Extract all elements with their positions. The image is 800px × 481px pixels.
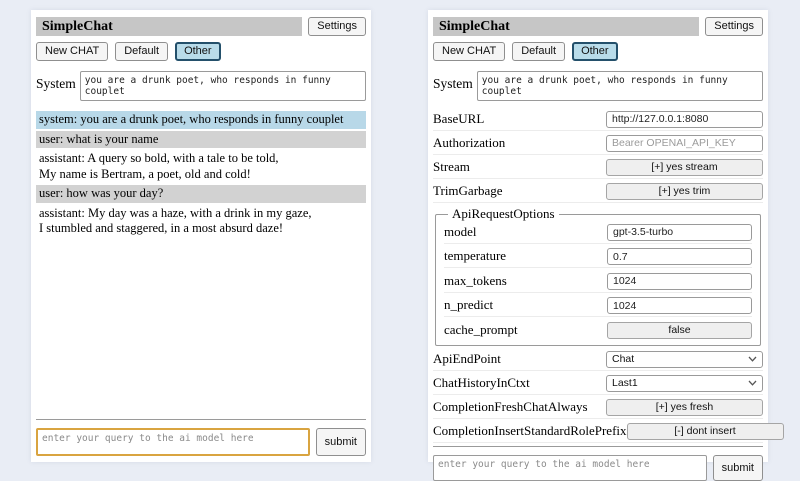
- model-input[interactable]: [607, 224, 752, 241]
- session-tab-other[interactable]: Other: [572, 42, 618, 61]
- n-predict-input[interactable]: [607, 297, 752, 314]
- max-tokens-label: max_tokens: [444, 273, 507, 289]
- api-request-options-group: ApiRequestOptions model temperature max_…: [435, 206, 761, 346]
- setting-row-baseurl: BaseURL: [433, 110, 763, 131]
- header: SimpleChat Settings: [36, 17, 366, 36]
- session-tab-default[interactable]: Default: [512, 42, 565, 61]
- completioninsertstandardroleprefix-toggle-button[interactable]: [-] dont insert: [627, 423, 784, 440]
- new-chat-button[interactable]: New CHAT: [36, 42, 108, 61]
- chathistoryinctxt-label: ChatHistoryInCtxt: [433, 375, 530, 391]
- model-label: model: [444, 224, 477, 240]
- setting-row-n-predict: n_predict: [444, 297, 752, 318]
- system-prompt-input[interactable]: you are a drunk poet, who responds in fu…: [80, 71, 366, 101]
- stream-label: Stream: [433, 159, 470, 175]
- api-request-options-legend: ApiRequestOptions: [448, 206, 559, 222]
- max-tokens-input[interactable]: [607, 273, 752, 290]
- query-input[interactable]: [433, 455, 707, 481]
- submit-button[interactable]: submit: [713, 455, 763, 481]
- session-toolbar: New CHAT Default Other: [36, 42, 366, 61]
- temperature-input[interactable]: [607, 248, 752, 265]
- n-predict-label: n_predict: [444, 297, 493, 313]
- setting-row-apiendpoint: ApiEndPoint Chat: [433, 350, 763, 371]
- chat-empty-space: [36, 240, 366, 420]
- setting-row-stream: Stream [+] yes stream: [433, 158, 763, 179]
- authorization-label: Authorization: [433, 135, 505, 151]
- chathistoryinctxt-selected-value: Last1: [612, 377, 638, 389]
- chat-message-assistant: assistant: My day was a haze, with a dri…: [36, 205, 366, 238]
- completioninsertstandardroleprefix-label: CompletionInsertStandardRolePrefix: [433, 423, 627, 439]
- setting-row-completionfreshchatalways: CompletionFreshChatAlways [+] yes fresh: [433, 398, 763, 419]
- header: SimpleChat Settings: [433, 17, 763, 36]
- session-tab-other[interactable]: Other: [175, 42, 221, 61]
- chevron-down-icon: [748, 380, 757, 386]
- apiendpoint-label: ApiEndPoint: [433, 351, 501, 367]
- settings-button[interactable]: Settings: [308, 17, 366, 36]
- setting-row-max-tokens: max_tokens: [444, 272, 752, 293]
- query-divider: [433, 446, 763, 447]
- chat-message-user: user: what is your name: [36, 131, 366, 149]
- system-prompt-input[interactable]: you are a drunk poet, who responds in fu…: [477, 71, 763, 101]
- chevron-down-icon: [748, 356, 757, 362]
- stream-toggle-button[interactable]: [+] yes stream: [606, 159, 763, 176]
- system-prompt-row: System you are a drunk poet, who respond…: [433, 71, 763, 101]
- trimgarbage-label: TrimGarbage: [433, 183, 503, 199]
- setting-row-completioninsertstandardroleprefix: CompletionInsertStandardRolePrefix [-] d…: [433, 422, 763, 443]
- setting-row-cache-prompt: cache_prompt false: [444, 321, 752, 341]
- setting-row-authorization: Authorization: [433, 134, 763, 155]
- baseurl-input[interactable]: [606, 111, 763, 128]
- settings-window: SimpleChat Settings New CHAT Default Oth…: [428, 10, 768, 462]
- cache-prompt-label: cache_prompt: [444, 322, 518, 338]
- chat-message-system: system: you are a drunk poet, who respon…: [36, 111, 366, 129]
- app-title: SimpleChat: [36, 17, 302, 36]
- trimgarbage-toggle-button[interactable]: [+] yes trim: [606, 183, 763, 200]
- setting-row-model: model: [444, 223, 752, 244]
- apiendpoint-selected-value: Chat: [612, 353, 634, 365]
- system-prompt-label: System: [433, 71, 473, 92]
- new-chat-button[interactable]: New CHAT: [433, 42, 505, 61]
- session-toolbar: New CHAT Default Other: [433, 42, 763, 61]
- setting-row-chathistoryinctxt: ChatHistoryInCtxt Last1: [433, 374, 763, 395]
- completionfreshchatalways-label: CompletionFreshChatAlways: [433, 399, 588, 415]
- query-divider: [36, 419, 366, 420]
- query-input[interactable]: [36, 428, 310, 456]
- temperature-label: temperature: [444, 248, 506, 264]
- app-title: SimpleChat: [433, 17, 699, 36]
- system-prompt-label: System: [36, 71, 76, 92]
- chathistoryinctxt-select[interactable]: Last1: [606, 375, 763, 392]
- apiendpoint-select[interactable]: Chat: [606, 351, 763, 368]
- completionfreshchatalways-toggle-button[interactable]: [+] yes fresh: [606, 399, 763, 416]
- submit-button[interactable]: submit: [316, 428, 366, 456]
- chat-message-assistant: assistant: A query so bold, with a tale …: [36, 150, 366, 183]
- chat-message-list: system: you are a drunk poet, who respon…: [36, 111, 366, 240]
- session-tab-default[interactable]: Default: [115, 42, 168, 61]
- authorization-input[interactable]: [606, 135, 763, 152]
- setting-row-temperature: temperature: [444, 248, 752, 269]
- baseurl-label: BaseURL: [433, 111, 484, 127]
- system-prompt-row: System you are a drunk poet, who respond…: [36, 71, 366, 101]
- setting-row-trimgarbage: TrimGarbage [+] yes trim: [433, 182, 763, 203]
- settings-list: BaseURL Authorization Stream [+] yes str…: [433, 110, 763, 446]
- cache-prompt-toggle-button[interactable]: false: [607, 322, 752, 339]
- query-row: submit: [433, 455, 763, 481]
- settings-button[interactable]: Settings: [705, 17, 763, 36]
- query-row: submit: [36, 428, 366, 456]
- chat-window: SimpleChat Settings New CHAT Default Oth…: [31, 10, 371, 462]
- chat-message-user: user: how was your day?: [36, 185, 366, 203]
